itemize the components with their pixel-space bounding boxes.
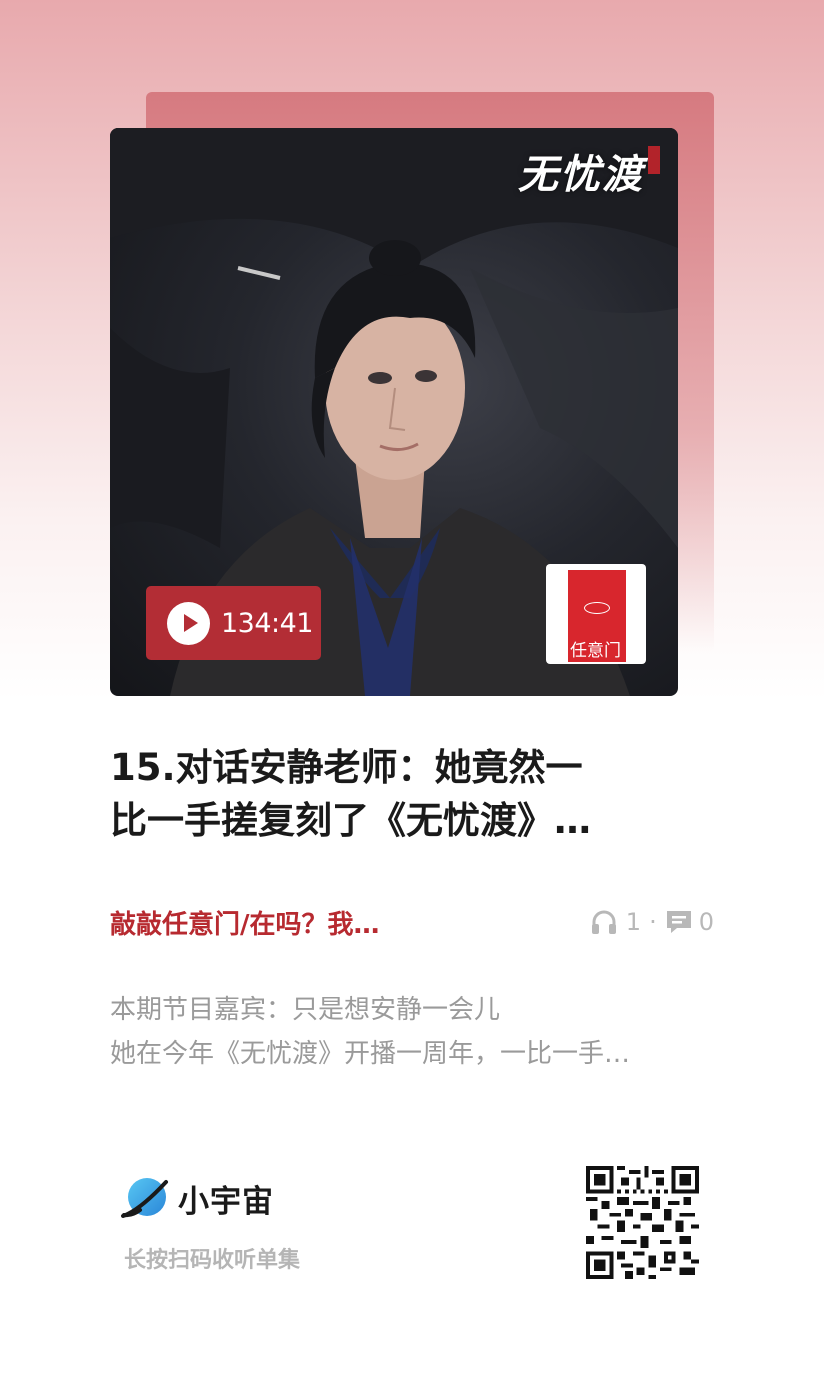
podcast-cover-thumbnail[interactable]: 任意门 [546, 564, 646, 664]
episode-title-line-2: 比一手搓复刻了《无忧渡》… [110, 799, 591, 842]
listen-count: 1 [625, 908, 642, 936]
episode-meta: 敲敲任意门/在吗？我… 1 · 0 [110, 898, 714, 946]
play-button[interactable]: 134:41 [146, 586, 321, 660]
headphone-icon [591, 910, 616, 934]
podcast-thumbnail-title: 任意门 [570, 641, 621, 661]
description-line-1: 本期节目嘉宾：只是想安静一会儿 [110, 995, 501, 1025]
brand-planet-icon [121, 1178, 168, 1218]
podcast-name-link[interactable]: 敲敲任意门/在吗？我… [110, 904, 380, 941]
episode-stats: 1 · 0 [590, 908, 714, 936]
description-line-2: 她在今年《无忧渡》开播一周年，一比一手… [110, 1039, 631, 1069]
share-poster: 无忧渡 134:41 任意门 15.对话安静老师：她竟然一 比一手搓复刻了《无忧… [0, 0, 824, 1382]
show-logo: 无忧渡 [518, 142, 660, 200]
scan-hint: 长按扫码收听单集 [124, 1248, 301, 1273]
episode-cover[interactable]: 无忧渡 134:41 任意门 [110, 128, 678, 696]
qr-code[interactable] [586, 1166, 699, 1279]
episode-title[interactable]: 15.对话安静老师：她竟然一 比一手搓复刻了《无忧渡》… [110, 741, 710, 847]
stats-separator: · [649, 908, 657, 936]
brand: 小宇宙 [120, 1172, 274, 1224]
brand-name: 小宇宙 [178, 1183, 274, 1220]
episode-description: 本期节目嘉宾：只是想安静一会儿 她在今年《无忧渡》开播一周年，一比一手… [110, 988, 714, 1076]
play-icon [167, 601, 210, 645]
episode-title-line-1: 15.对话安静老师：她竟然一 [110, 746, 583, 789]
comment-icon [666, 911, 691, 933]
duration-label: 134:41 [221, 607, 314, 639]
comment-count: 0 [698, 908, 714, 936]
